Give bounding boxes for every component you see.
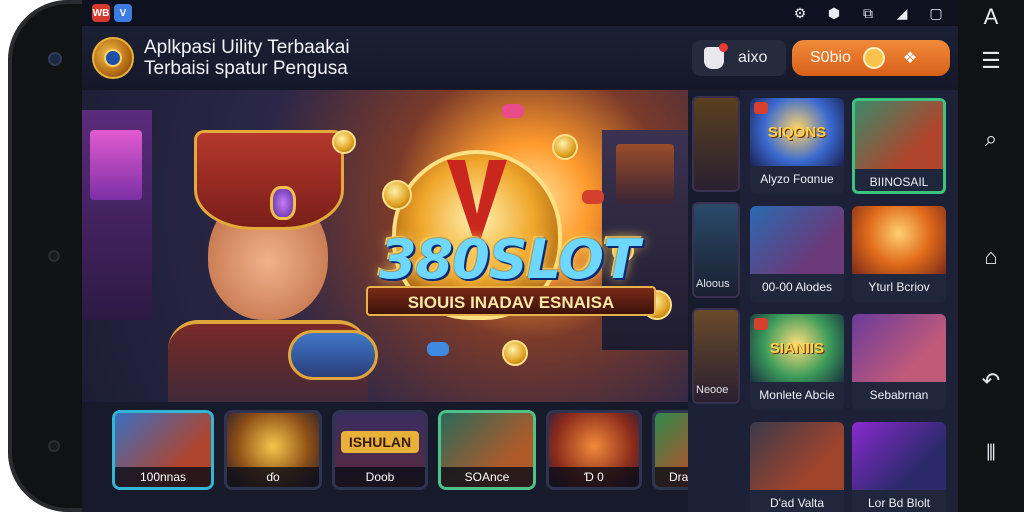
peek-card[interactable]: Neooe [692,308,740,404]
game-tile[interactable]: Sebabrnan [852,314,946,410]
floating-gem [502,104,524,118]
floating-gem [582,190,604,204]
game-tile[interactable]: 00-00 Alodes [750,206,844,302]
app-screen: WB V ⚙ ⬢ ⧉ ◢ ▢ Aplkpasi Uility Terbaakai… [82,0,958,512]
tile-label: BIINOSAIL [869,175,929,189]
search-icon[interactable]: ⌕ [978,126,1004,152]
thumb-item[interactable]: Ɗ 0 [546,410,642,490]
peek-card[interactable] [692,96,740,192]
status-bar: WB V ⚙ ⬢ ⧉ ◢ ▢ [82,0,958,26]
floating-coin [332,130,356,154]
game-tile[interactable]: BIINOSAIL [852,98,946,194]
thumb-caption: 100nnas [115,467,211,487]
thumb-item[interactable]: ISHULAN Doob [332,410,428,490]
sensor-dot [48,440,60,452]
hero-character [138,130,378,402]
tile-label: Yturl Bcriov [868,280,930,294]
header-subtitle: Terbaisi spatur Pengusa [144,58,348,79]
coin-icon [862,47,885,69]
thumb-caption: Ɗ 0 [549,467,639,487]
app-blue-icon: V [114,4,132,22]
hero-logo-text: 380SLOT [379,228,640,291]
peek-column: Aloous Neooe [688,90,740,404]
floating-coin [382,180,412,210]
speaker-dot [48,250,60,262]
game-tile[interactable]: D'ad Valta [750,422,844,512]
signal-icon: ◢ [896,4,908,21]
game-tile[interactable]: Lor Bd Blolt [852,422,946,512]
back-icon[interactable]: ↶ [978,368,1004,394]
thumb-caption: ɗo [227,467,319,487]
cast-icon: ⧉ [863,4,873,21]
thumb-caption: Doob [335,467,425,487]
tile-label: Lor Bd Blolt [867,496,931,510]
floating-coin [552,134,578,160]
location-icon: ⬢ [827,4,841,21]
game-tile[interactable]: SIANIIS Monlete Abcie [750,314,844,410]
cookie-icon: ❖ [902,50,918,67]
thumb-item[interactable]: ɗo [224,410,322,490]
tile-label: Alyzo Foɑnue [760,172,834,186]
window-icon: ▢ [929,4,943,21]
app-header: Aplkpasi Uility Terbaakai Terbaisi spatu… [82,26,958,90]
menu-icon[interactable]: ☰ [978,48,1004,74]
game-tile[interactable]: Yturl Bcriov [852,206,946,302]
game-tile[interactable]: SIQONS Alyzo Foɑnue [750,98,844,194]
peek-card[interactable]: Aloous [692,202,740,298]
recents-icon[interactable]: ⦀ [978,440,1004,466]
home-icon[interactable]: ⌂ [978,244,1004,270]
tile-art-text: SIQONS [767,124,827,141]
tile-label: Sebabrnan [869,388,929,402]
settings-icon: ⚙ [793,4,807,21]
tile-art-text: SIANIIS [769,340,825,357]
header-title: Aplkpasi Uility Terbaakai [144,37,350,58]
thumb-caption: SOAnce [441,467,533,487]
app-logo-icon[interactable] [92,37,134,79]
header-titles: Aplkpasi Uility Terbaakai Terbaisi spatu… [144,37,350,79]
notification-label: aixo [738,49,768,66]
bell-icon [704,43,728,69]
camera-icon [48,52,62,66]
tile-label: 00-00 Alodes [761,280,833,294]
thumb-item[interactable]: 100nnas [112,410,214,490]
hero-banner[interactable]: 380SLOT SIOUIS INADAV ESNAISA [82,90,688,402]
system-nav-bar: A ☰ ⌕ ⌂ ↶ ⦀ [958,0,1024,512]
primary-action-label: S0bio [810,49,851,66]
thumb-item[interactable]: SOAnce [438,410,536,490]
hero-logo-subtitle: SIOUIS INADAV ESNAISA [366,286,656,316]
floating-gem [427,342,449,356]
primary-action-button[interactable]: S0bio ❖ [792,40,950,76]
font-icon: A [983,4,999,29]
thumb-art-text: ISHULAN [341,431,419,453]
notification-button[interactable]: aixo [692,40,786,76]
games-grid-panel: Aloous Neooe SIQONS Alyzo Foɑnue BIINOSA… [688,90,958,512]
tile-label: D'ad Valta [769,496,825,510]
app-red-icon: WB [92,4,110,22]
tile-label: Monlete Abcie [759,388,835,402]
floating-coin [502,340,528,366]
